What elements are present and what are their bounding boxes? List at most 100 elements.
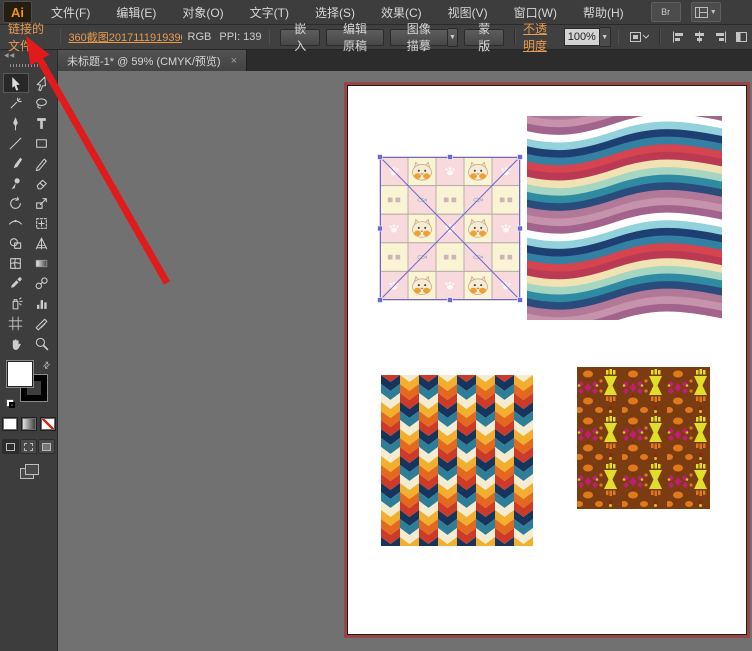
direct-selection-icon (36, 76, 46, 91)
opacity-dropdown-arrow[interactable]: ▼ (599, 27, 611, 47)
tool-symbol-sprayer[interactable] (3, 293, 29, 313)
tools-panel: ⇄ (0, 71, 58, 651)
tool-magic-wand[interactable] (3, 93, 29, 113)
fill-stroke-swatches: ⇄ (6, 359, 54, 409)
workspace-icon (694, 6, 708, 18)
context-label: 链接的文件 (8, 22, 45, 53)
artboard-icon (8, 316, 23, 330)
column-graph-icon (37, 299, 47, 309)
tool-rotate[interactable] (3, 193, 29, 213)
placed-image-damask-pattern[interactable] (577, 367, 710, 509)
linked-file-name[interactable]: 360截图20171119193909095... (68, 29, 181, 45)
shape-builder-icon (9, 237, 22, 249)
align-left-icon[interactable] (671, 30, 686, 44)
tool-shape-builder[interactable] (3, 233, 29, 253)
document-tab-title: 未标题-1* @ 59% (CMYK/预览) (67, 55, 221, 68)
drawing-mode-buttons (0, 439, 57, 454)
pen-icon (13, 116, 18, 130)
magic-wand-icon (10, 97, 22, 108)
draw-inside-button[interactable] (38, 439, 55, 454)
paintbrush-icon (13, 157, 23, 168)
draw-behind-button[interactable] (20, 439, 37, 454)
tool-zoom[interactable] (29, 333, 55, 353)
tool-column-graph[interactable] (29, 293, 55, 313)
align-panel-icon[interactable] (734, 30, 749, 44)
mask-button[interactable]: 蒙版 (464, 22, 505, 53)
align-right-icon[interactable] (713, 30, 728, 44)
separator (514, 29, 516, 45)
tool-slice[interactable] (29, 313, 55, 333)
free-transform-icon (36, 217, 47, 229)
menu-item-1[interactable]: 编辑(E) (103, 0, 169, 24)
default-fill-stroke-icon[interactable] (6, 399, 16, 409)
placed-image-wave-stripes-pattern[interactable] (520, 91, 728, 341)
artboard-bleed-border (344, 82, 750, 638)
tab-close-icon[interactable]: × (231, 55, 237, 67)
color-button[interactable] (1, 417, 18, 431)
width-icon (9, 219, 22, 225)
tool-blob-brush[interactable] (3, 173, 29, 193)
menu-item-2[interactable]: 对象(O) (169, 0, 236, 24)
document-tab[interactable]: 未标题-1* @ 59% (CMYK/预览) × (58, 50, 248, 71)
pencil-icon (35, 158, 47, 171)
separator (659, 29, 662, 45)
ppi-value: 139 (243, 31, 262, 43)
tool-scale[interactable] (29, 193, 55, 213)
tool-grid (0, 71, 57, 353)
swap-fill-stroke-icon[interactable]: ⇄ (41, 359, 54, 372)
opacity-value-combo[interactable]: 100% (563, 28, 600, 46)
bridge-button[interactable]: Br (650, 2, 681, 22)
screen-mode-button[interactable] (19, 464, 39, 479)
eyedropper-icon (11, 276, 22, 288)
tool-direct-selection[interactable] (29, 73, 55, 93)
separator (59, 29, 62, 45)
placed-image-chevron-pattern[interactable] (381, 375, 533, 546)
tool-width[interactable] (3, 213, 29, 233)
menu-item-8[interactable]: 帮助(H) (570, 0, 637, 24)
image-trace-button[interactable]: 图像描摹 (389, 22, 448, 53)
tool-free-transform[interactable] (29, 213, 55, 233)
style-options-button[interactable] (629, 30, 650, 44)
type-icon (37, 117, 46, 129)
opacity-label[interactable]: 不透明度 (523, 20, 559, 54)
embed-button[interactable]: 嵌入 (280, 22, 321, 53)
tool-line-segment[interactable] (3, 133, 29, 153)
color-mode-label: RGB (187, 31, 212, 43)
edit-original-button[interactable]: 编辑原稿 (326, 22, 384, 53)
tool-eraser[interactable] (29, 173, 55, 193)
gradient-button[interactable] (20, 417, 37, 431)
separator (268, 29, 271, 45)
image-trace-dropdown-arrow[interactable]: ▼ (447, 27, 459, 47)
tool-mesh[interactable] (3, 253, 29, 273)
panel-drag-handle[interactable] (10, 64, 47, 67)
menubar-icons: Br ▼ (650, 2, 721, 22)
tool-paintbrush[interactable] (3, 153, 29, 173)
ppi-label: PPI: (219, 31, 241, 43)
tool-selection[interactable] (2, 73, 29, 93)
tool-hand[interactable] (3, 333, 29, 353)
workspace-switcher[interactable]: ▼ (690, 2, 721, 22)
tool-rectangle[interactable] (29, 133, 55, 153)
tool-gradient[interactable] (29, 253, 55, 273)
line-segment-icon (9, 137, 22, 149)
tool-eyedropper[interactable] (3, 273, 29, 293)
menu-bar: Ai 文件(F) 编辑(E) 对象(O) 文字(T) 选择(S) 效果(C) 视图(V) 窗口… (0, 0, 752, 25)
control-bar: 链接的文件 360截图20171119193909095... RGB PPI:… (0, 22, 752, 53)
rectangle-icon (36, 138, 47, 148)
tool-pen[interactable] (3, 113, 29, 133)
blend-icon (35, 276, 48, 289)
zoom-icon (35, 337, 49, 350)
align-center-icon[interactable] (692, 30, 707, 44)
placed-image-cat-pattern-selected[interactable] (377, 154, 523, 303)
tool-pencil[interactable] (29, 153, 55, 173)
none-button[interactable] (39, 417, 56, 431)
hand-icon (12, 338, 21, 350)
tool-type[interactable] (29, 113, 55, 133)
blob-brush-icon (11, 177, 20, 189)
tool-lasso[interactable] (29, 93, 55, 113)
fill-color-swatch[interactable] (6, 360, 34, 388)
tool-blend[interactable] (29, 273, 55, 293)
tool-perspective-grid[interactable] (29, 233, 55, 253)
tool-artboard[interactable] (3, 313, 29, 333)
draw-normal-button[interactable] (2, 439, 19, 454)
